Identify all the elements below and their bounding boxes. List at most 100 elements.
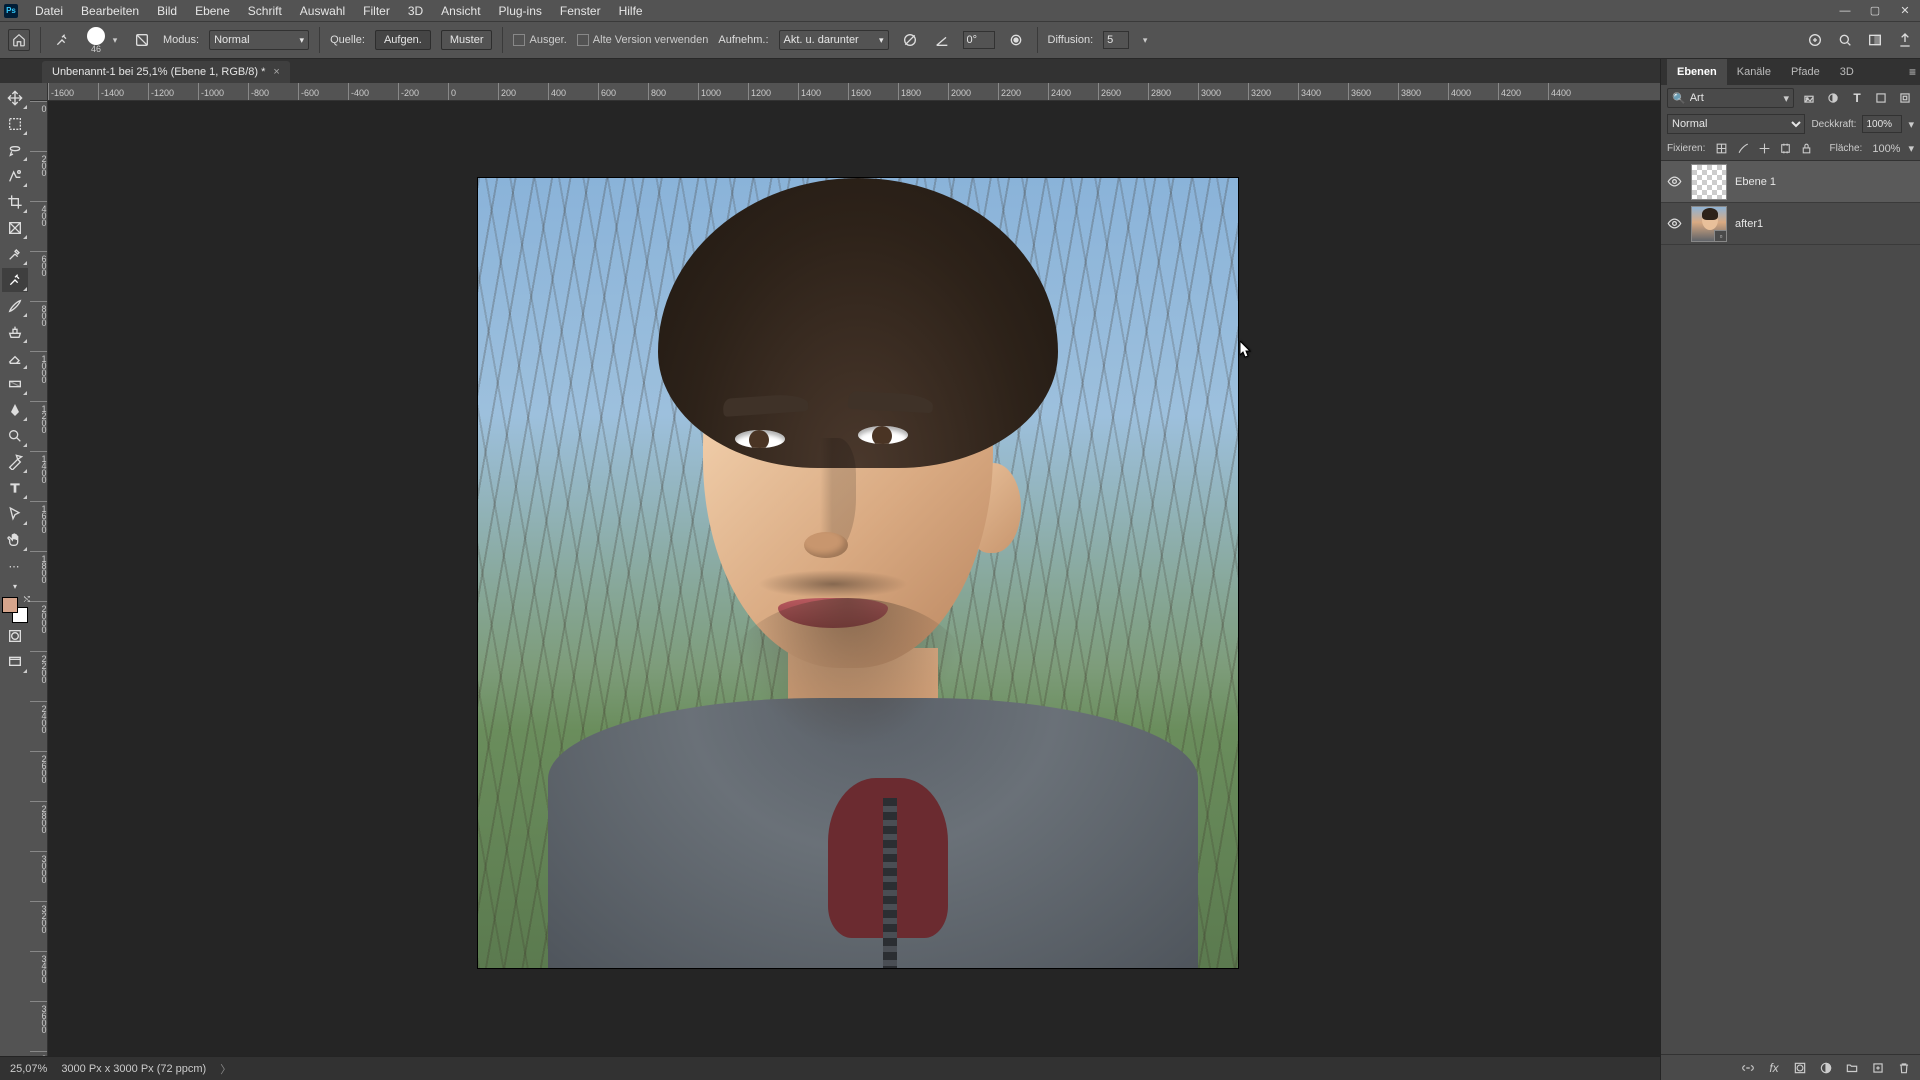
quick-selection-tool[interactable] (2, 164, 28, 188)
angle-dial-icon[interactable] (931, 29, 953, 51)
healing-brush-tool[interactable] (2, 268, 28, 292)
menu-3d[interactable]: 3D (399, 4, 432, 18)
menu-select[interactable]: Auswahl (291, 4, 354, 18)
tab-3d[interactable]: 3D (1830, 59, 1864, 85)
menu-window[interactable]: Fenster (551, 4, 610, 18)
layer-name[interactable]: Ebene 1 (1735, 176, 1776, 188)
dodge-tool[interactable] (2, 424, 28, 448)
eraser-tool[interactable] (2, 346, 28, 370)
pen-tool[interactable] (2, 398, 28, 422)
edit-toolbar-icon[interactable]: ▾ (2, 580, 28, 592)
more-tools-icon[interactable]: ⋯ (2, 554, 28, 578)
source-pattern-button[interactable]: Muster (441, 30, 493, 50)
move-tool[interactable] (2, 86, 28, 110)
path-selection-tool[interactable] (2, 502, 28, 526)
source-sampled-button[interactable]: Aufgen. (375, 30, 431, 50)
chevron-down-icon[interactable]: ▾ (1139, 34, 1151, 46)
document-tab[interactable]: Unbenannt-1 bei 25,1% (Ebene 1, RGB/8) *… (42, 61, 290, 83)
sample-select[interactable]: Akt. u. darunter▾ (779, 30, 889, 50)
filter-type-icon[interactable]: T (1848, 89, 1866, 107)
menu-image[interactable]: Bild (148, 4, 186, 18)
filter-smartobject-icon[interactable] (1896, 89, 1914, 107)
adjustment-layer-icon[interactable] (1818, 1060, 1834, 1076)
color-swatches[interactable]: ⤭ (2, 597, 28, 623)
link-layers-icon[interactable] (1740, 1060, 1756, 1076)
visibility-toggle-icon[interactable] (1665, 173, 1683, 191)
marquee-tool[interactable] (2, 112, 28, 136)
fill-input[interactable]: 100% (1872, 143, 1900, 155)
blend-mode-select[interactable]: Normal▾ (209, 30, 309, 50)
document-info[interactable]: 3000 Px x 3000 Px (72 ppcm) (61, 1063, 206, 1075)
layer-row[interactable]: ▫ after1 (1661, 203, 1920, 245)
tab-channels[interactable]: Kanäle (1727, 59, 1781, 85)
clone-stamp-tool[interactable] (2, 320, 28, 344)
panel-menu-icon[interactable]: ≡ (1909, 65, 1916, 79)
screen-mode-tool[interactable] (2, 650, 28, 674)
layer-thumbnail[interactable] (1691, 164, 1727, 200)
tab-paths[interactable]: Pfade (1781, 59, 1830, 85)
layer-filter-type[interactable]: 🔍 ▾ (1667, 88, 1794, 108)
brush-preset-picker[interactable]: 46 ▾ (83, 27, 121, 54)
quick-mask-tool[interactable] (2, 624, 28, 648)
filter-pixel-icon[interactable] (1800, 89, 1818, 107)
ruler-origin[interactable] (30, 83, 48, 101)
diffusion-input[interactable] (1103, 31, 1129, 49)
menu-type[interactable]: Schrift (239, 4, 291, 18)
lasso-tool[interactable] (2, 138, 28, 162)
menu-layer[interactable]: Ebene (186, 4, 239, 18)
layer-name[interactable]: after1 (1735, 218, 1763, 230)
layer-mask-icon[interactable] (1792, 1060, 1808, 1076)
opacity-input[interactable]: 100% (1862, 115, 1902, 133)
lock-pixels-icon[interactable] (1737, 141, 1750, 157)
menu-file[interactable]: Datei (26, 4, 72, 18)
share-icon[interactable] (1896, 31, 1914, 49)
home-button[interactable] (8, 29, 30, 51)
visibility-toggle-icon[interactable] (1665, 215, 1683, 233)
aligned-checkbox[interactable]: Ausger. (513, 34, 566, 46)
legacy-checkbox[interactable]: Alte Version verwenden (577, 34, 709, 46)
lock-artboard-icon[interactable] (1779, 141, 1792, 157)
search-icon[interactable] (1836, 31, 1854, 49)
foreground-color-swatch[interactable] (2, 597, 18, 613)
workspace-switcher-icon[interactable] (1866, 31, 1884, 49)
delete-layer-icon[interactable] (1896, 1060, 1912, 1076)
lock-position-icon[interactable] (1758, 141, 1771, 157)
swap-colors-icon[interactable]: ⤭ (24, 595, 30, 605)
menu-edit[interactable]: Bearbeiten (72, 4, 148, 18)
type-tool[interactable] (2, 476, 28, 500)
zoom-level[interactable]: 25,07% (10, 1063, 47, 1075)
new-layer-icon[interactable] (1870, 1060, 1886, 1076)
brush-settings-toggle-icon[interactable] (131, 29, 153, 51)
layer-style-icon[interactable]: fx (1766, 1060, 1782, 1076)
document-canvas[interactable] (478, 178, 1238, 968)
hand-tool[interactable] (2, 528, 28, 552)
gradient-tool[interactable] (2, 372, 28, 396)
lock-all-icon[interactable] (1800, 141, 1813, 157)
layer-thumbnail[interactable]: ▫ (1691, 206, 1727, 242)
frame-tool[interactable] (2, 216, 28, 240)
ignore-adjustment-layers-icon[interactable] (899, 29, 921, 51)
menu-plugins[interactable]: Plug-ins (490, 4, 551, 18)
close-icon[interactable]: × (273, 66, 279, 78)
menu-help[interactable]: Hilfe (610, 4, 652, 18)
group-layers-icon[interactable] (1844, 1060, 1860, 1076)
chevron-down-icon[interactable]: ▾ (1908, 142, 1914, 155)
chevron-down-icon[interactable]: ▾ (1783, 92, 1789, 105)
maximize-button[interactable]: ▢ (1860, 0, 1890, 21)
layer-filter-input[interactable] (1690, 92, 1742, 104)
filter-shape-icon[interactable] (1872, 89, 1890, 107)
chevron-down-icon[interactable]: ▾ (109, 34, 121, 46)
brush-tool[interactable] (2, 294, 28, 318)
pressure-for-size-icon[interactable] (1005, 29, 1027, 51)
eyedropper-tool[interactable] (2, 242, 28, 266)
lock-transparency-icon[interactable] (1715, 141, 1728, 157)
canvas-area[interactable] (48, 101, 1660, 1056)
menu-view[interactable]: Ansicht (432, 4, 489, 18)
chevron-down-icon[interactable]: ▾ (1908, 118, 1914, 131)
minimize-button[interactable]: — (1830, 0, 1860, 21)
filter-adjustment-icon[interactable] (1824, 89, 1842, 107)
document-info-menu-icon[interactable]: 〉 (220, 1061, 231, 1077)
layer-blend-mode-select[interactable]: Normal (1667, 114, 1805, 134)
cloud-docs-icon[interactable] (1806, 31, 1824, 49)
crop-tool[interactable] (2, 190, 28, 214)
